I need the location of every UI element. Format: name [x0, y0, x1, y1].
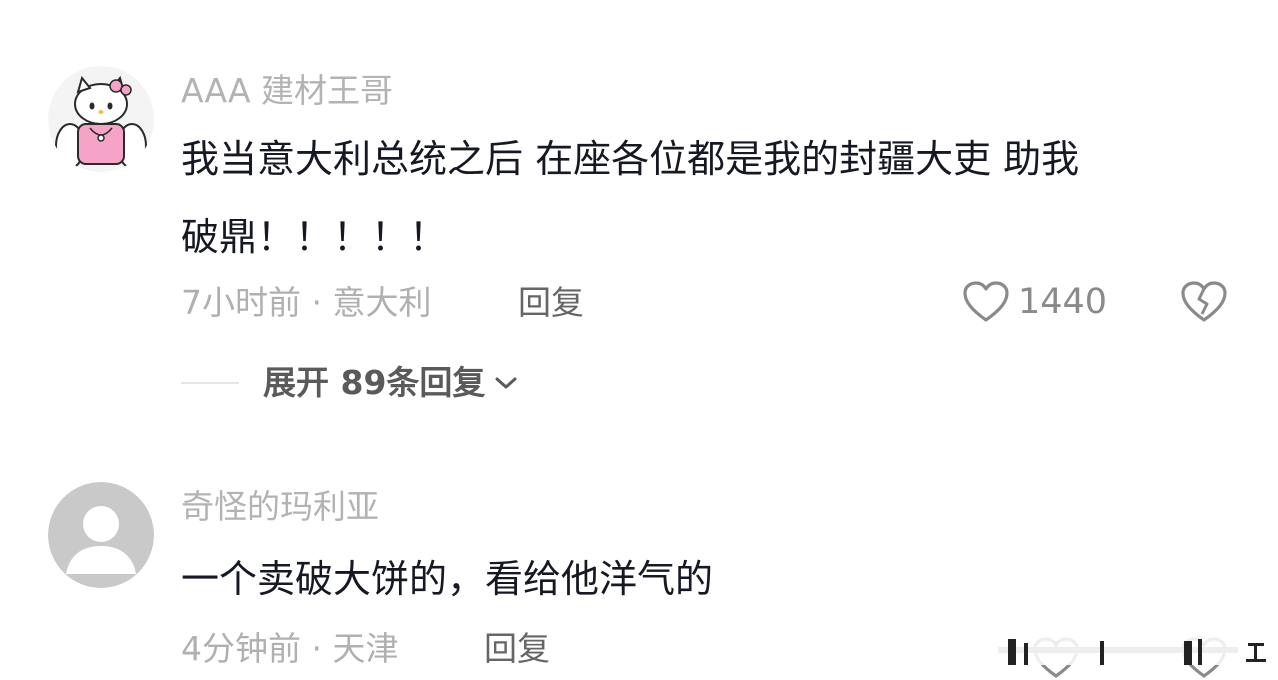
username[interactable]: 奇怪的玛利亚: [181, 490, 379, 523]
comment-meta: 4分钟前 · 天津: [181, 632, 398, 665]
comment-text-line-2: 破鼎！！！！！: [181, 215, 448, 259]
like-button[interactable]: 1440: [962, 280, 1107, 324]
avatar[interactable]: [48, 482, 154, 588]
comment-location: 意大利: [332, 283, 432, 322]
comment-text-line-1: 我当意大利总统之后 在座各位都是我的封疆大吏 助我: [181, 137, 1080, 181]
broken-heart-icon[interactable]: [1180, 280, 1228, 324]
divider: [181, 381, 239, 384]
heart-outline-icon: [962, 280, 1010, 324]
comment-location: 天津: [332, 629, 399, 668]
expand-replies-label: 展开 89条回复: [263, 363, 486, 402]
username[interactable]: AAA 建材王哥: [181, 74, 393, 107]
comment-time: 7小时前: [181, 283, 301, 322]
expand-replies[interactable]: 展开 89条回复: [181, 366, 519, 399]
like-count: 1440: [1018, 281, 1108, 322]
meta-separator: ·: [301, 629, 333, 668]
comment-text-line-1: 一个卖破大饼的，看给他洋气的: [181, 557, 714, 601]
meta-separator: ·: [301, 283, 333, 322]
reply-button[interactable]: 回复: [518, 286, 584, 319]
reply-button[interactable]: 回复: [484, 632, 550, 665]
comment-time: 4分钟前: [181, 629, 301, 668]
comment-meta: 7小时前 · 意大利: [181, 286, 431, 319]
avatar[interactable]: [48, 66, 154, 172]
hello-kitty-avatar-icon: [48, 66, 154, 172]
watermark-overlay: [988, 629, 1278, 669]
default-avatar-icon: [48, 482, 154, 588]
chevron-down-icon: [493, 374, 519, 392]
